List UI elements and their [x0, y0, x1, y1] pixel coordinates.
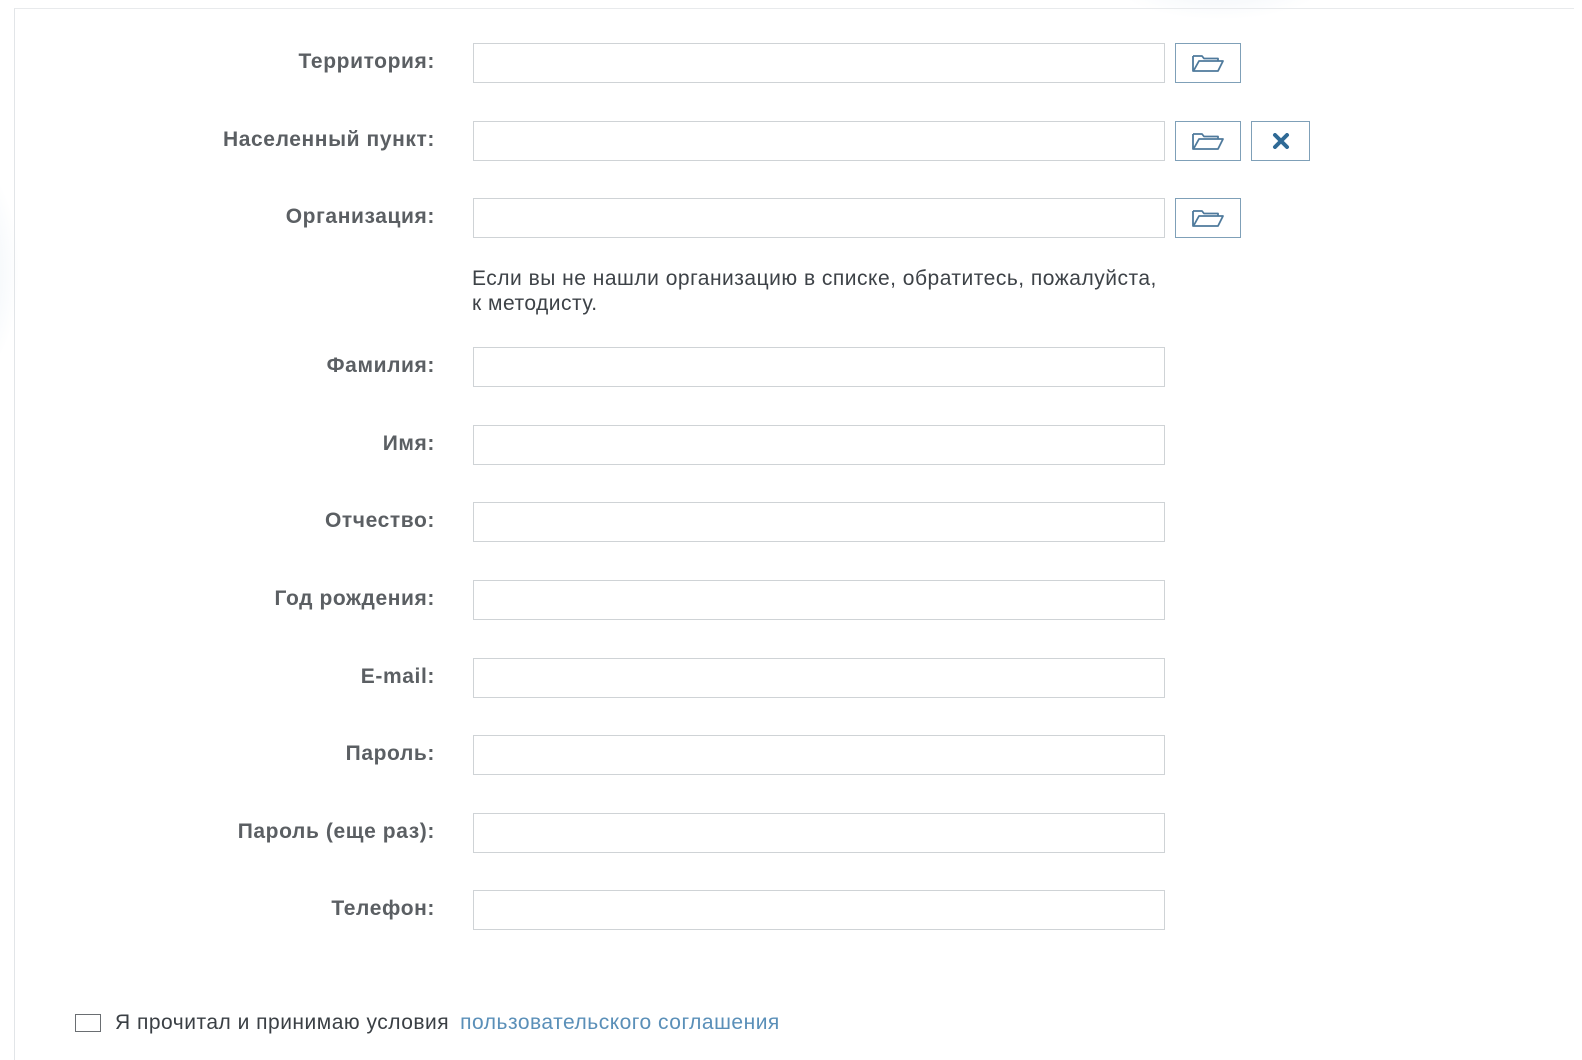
locality-picker-button[interactable]	[1175, 121, 1241, 161]
locality-clear-button[interactable]	[1251, 121, 1310, 161]
middle-name-input[interactable]	[473, 502, 1165, 542]
password-row: Пароль:	[0, 735, 1400, 775]
user-agreement-link[interactable]: пользовательского соглашения	[460, 1011, 780, 1035]
password-repeat-field[interactable]	[473, 813, 1165, 853]
password-field[interactable]	[473, 735, 1165, 775]
folder-open-icon	[1191, 208, 1225, 228]
email-label: E-mail:	[360, 665, 435, 688]
password-label: Пароль:	[345, 742, 435, 765]
phone-label: Телефон:	[331, 897, 435, 920]
organization-label: Организация:	[285, 205, 435, 228]
organization-picker-button[interactable]	[1175, 198, 1241, 238]
first-name-row: Имя:	[0, 425, 1400, 465]
folder-open-icon	[1191, 53, 1225, 73]
organization-input[interactable]	[473, 198, 1165, 238]
locality-label: Населенный пункт:	[222, 128, 435, 151]
organization-hint: Если вы не нашли организацию в списке, о…	[472, 267, 1157, 315]
phone-field[interactable]	[473, 890, 1165, 930]
middle-name-row: Отчество:	[0, 502, 1400, 542]
phone-row: Телефон:	[0, 890, 1400, 930]
terms-consent-text: Я прочитал и принимаю условия	[115, 1011, 450, 1034]
birth-year-input[interactable]	[473, 580, 1165, 620]
territory-picker-button[interactable]	[1175, 43, 1241, 83]
password-repeat-row: Пароль (еще раз):	[0, 813, 1400, 853]
terms-consent: Я прочитал и принимаю условия пользовате…	[75, 1008, 780, 1038]
territory-input[interactable]	[473, 43, 1165, 83]
birth-year-label: Год рождения:	[274, 587, 435, 610]
close-icon	[1272, 133, 1290, 149]
folder-open-icon	[1191, 131, 1225, 151]
last-name-input[interactable]	[473, 347, 1165, 387]
territory-row: Территория:	[0, 43, 1400, 83]
email-row: E-mail:	[0, 658, 1400, 698]
organization-row: Организация:	[0, 198, 1400, 238]
birth-year-row: Год рождения:	[0, 580, 1400, 620]
first-name-label: Имя:	[382, 432, 435, 455]
terms-checkbox[interactable]	[75, 1014, 101, 1032]
last-name-row: Фамилия:	[0, 347, 1400, 387]
email-field[interactable]	[473, 658, 1165, 698]
locality-row: Населенный пункт:	[0, 121, 1400, 161]
first-name-input[interactable]	[473, 425, 1165, 465]
password-repeat-label: Пароль (еще раз):	[237, 820, 435, 843]
middle-name-label: Отчество:	[324, 509, 435, 532]
last-name-label: Фамилия:	[326, 354, 435, 377]
territory-label: Территория:	[298, 50, 435, 73]
registration-form: Территория: Населенный пункт: Организаци…	[0, 0, 1582, 1060]
locality-input[interactable]	[473, 121, 1165, 161]
